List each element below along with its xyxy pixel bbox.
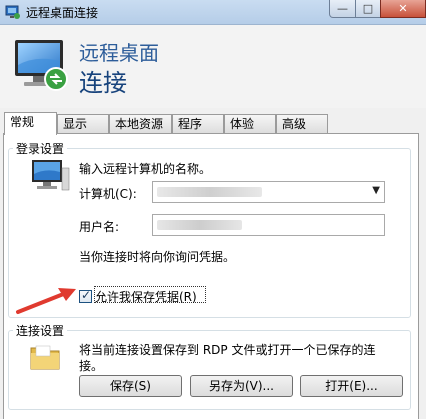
open-button[interactable]: 打开(E)...	[300, 375, 403, 397]
login-settings-legend: 登录设置	[13, 140, 68, 157]
remote-desktop-icon	[5, 5, 20, 19]
allow-save-credentials-label[interactable]: 允许我保存凭据(R)	[95, 288, 197, 305]
connection-description-line1: 将当前连接设置保存到 RDP 文件或打开一个已保存的连	[79, 343, 376, 357]
remote-desktop-icon	[15, 40, 68, 91]
connection-description-line2: 接。	[79, 359, 104, 373]
tab-local-resources[interactable]: 本地资源	[109, 114, 172, 134]
computer-name-redacted	[157, 187, 262, 197]
login-prompt: 输入远程计算机的名称。	[79, 162, 212, 176]
tab-strip: 常规 显示 本地资源 程序 体验 高级	[0, 112, 426, 135]
computer-combobox[interactable]: ▼	[152, 181, 385, 203]
folder-icon	[30, 345, 60, 370]
header-banner: 远程桌面 连接	[0, 25, 426, 108]
red-arrow-icon	[16, 288, 76, 314]
title-bar[interactable]: 远程桌面连接 — □ ✕	[0, 0, 426, 25]
minimize-button[interactable]: —	[329, 0, 356, 18]
username-field[interactable]	[152, 214, 385, 236]
save-button[interactable]: 保存(S)	[79, 375, 182, 397]
computer-icon	[32, 160, 70, 191]
username-label: 用户名:	[79, 220, 120, 234]
save-as-button[interactable]: 另存为(V)...	[190, 375, 293, 397]
checkmark-icon: ✓	[81, 288, 92, 302]
remote-desktop-window: 远程桌面连接 — □ ✕ 远程桌面 连接 常规 显示 本地资源 程序 体验 高级…	[0, 0, 426, 419]
username-redacted	[157, 220, 242, 230]
dropdown-arrow-icon[interactable]: ▼	[372, 185, 380, 196]
tab-experience[interactable]: 体验	[224, 114, 276, 134]
computer-label: 计算机(C):	[79, 187, 137, 201]
tab-advanced[interactable]: 高级	[276, 114, 328, 134]
tab-general[interactable]: 常规	[4, 112, 57, 135]
connection-settings-legend: 连接设置	[13, 322, 68, 339]
tab-display[interactable]: 显示	[57, 114, 109, 134]
tab-programs[interactable]: 程序	[172, 114, 224, 134]
header-title-line1: 远程桌面	[79, 41, 159, 65]
window-title: 远程桌面连接	[26, 6, 99, 20]
allow-save-credentials-checkbox[interactable]: ✓	[79, 288, 92, 303]
credentials-notice: 当你连接时将向你询问凭据。	[79, 250, 236, 264]
maximize-button[interactable]: □	[355, 0, 381, 18]
close-button[interactable]: ✕	[380, 0, 426, 18]
header-title-line2: 连接	[79, 69, 127, 97]
